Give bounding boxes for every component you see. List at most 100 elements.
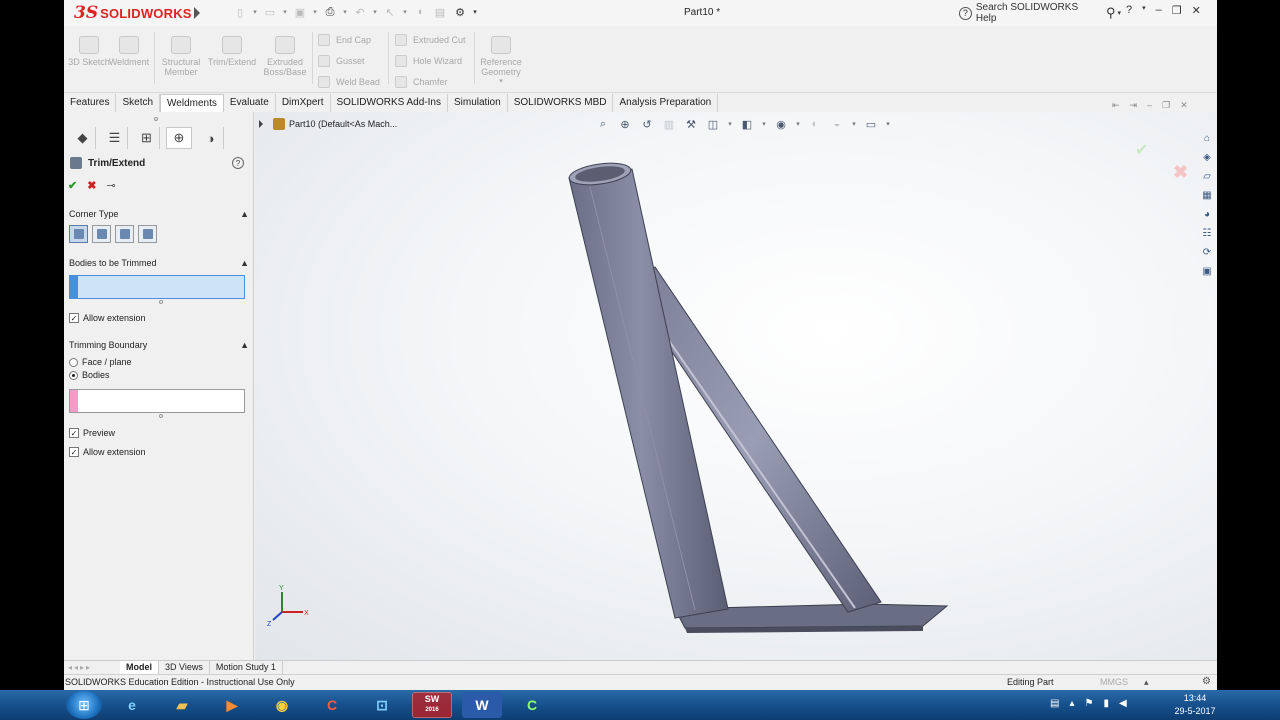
scene-dropdown-icon[interactable]: ▾ [851,116,857,132]
display-style-dropdown-icon[interactable]: ▾ [761,116,767,132]
help-dropdown-icon[interactable]: ▾ [1142,4,1146,17]
ok-check-icon[interactable]: ✔ [68,179,77,192]
radio-on-icon[interactable] [69,370,78,380]
dimxpert-manager-icon[interactable]: ⊕ [166,127,192,149]
tab-mbd[interactable]: SOLIDWORKS MBD [508,94,614,112]
tab-scroll-arrows-icon[interactable]: ◂◂▸▸ [64,663,120,672]
view-orientation-icon[interactable]: ◫ [705,116,721,132]
previous-view-icon[interactable]: ↺ [639,116,655,132]
structural-member-button[interactable]: Structural Member [156,36,206,77]
chrome-icon[interactable]: ◉ [262,692,302,718]
doc-restore-icon[interactable]: ❐ [1162,100,1170,111]
tab-motion-study[interactable]: Motion Study 1 [210,660,283,675]
camtasia-recorder-icon[interactable]: C [312,692,352,718]
tab-features[interactable]: Features [64,94,117,112]
configuration-manager-icon[interactable]: ⊞ [134,127,160,149]
weldment-model[interactable]: Y X Z [255,112,1217,660]
media-player-icon[interactable]: ▶ [212,692,252,718]
select-icon[interactable]: ↖ [382,4,398,20]
file-explorer-taskbar-icon[interactable]: ▰ [162,692,202,718]
tab-analysis-preparation[interactable]: Analysis Preparation [613,94,719,112]
help-icon[interactable]: ? [232,157,244,169]
taskbar-clock[interactable]: 13:44 29-5-2017 [1170,692,1220,718]
search-icon[interactable]: ⚲ [1106,5,1116,21]
tile-left-icon[interactable]: ⇤ [1112,100,1120,111]
end-butt1-icon[interactable] [115,225,134,243]
network-tool-icon[interactable]: ⊡ [362,692,402,718]
end-miter-icon[interactable] [92,225,111,243]
end-trim-icon[interactable] [69,225,88,243]
corner-type-header[interactable]: Corner Type ▲ [69,209,249,223]
hide-show-items-icon[interactable]: ◉ [773,116,789,132]
undo-dropdown-icon[interactable]: ▾ [372,4,378,20]
checkbox-checked-icon[interactable]: ✓ [69,313,79,323]
tab-simulation[interactable]: Simulation [448,94,508,112]
radio-off-icon[interactable] [69,357,78,367]
doc-minimize-icon[interactable]: – [1147,100,1152,111]
face-plane-radio[interactable]: Face / plane [69,357,132,367]
status-quick-tips-icon[interactable]: ⚙ [1202,676,1211,687]
close-icon[interactable]: ✕ [1192,4,1201,17]
solidworks-resources-icon[interactable]: ⌂ [1199,130,1215,146]
solidworks-taskbar-icon[interactable]: SW 2016 [412,692,452,718]
expand-arrow-icon[interactable] [259,120,263,128]
property-manager-icon[interactable]: ☰ [102,127,128,149]
weldment-button[interactable]: Weldment [104,36,154,67]
tray-keyboard-icon[interactable]: ▤ [1050,698,1059,709]
extruded-boss-button[interactable]: Extruded Boss/Base [260,36,310,77]
hide-show-dropdown-icon[interactable]: ▾ [795,116,801,132]
new-document-icon[interactable]: ▯ [232,4,248,20]
options-dropdown-icon[interactable]: ▾ [472,4,478,20]
print-dropdown-icon[interactable]: ▾ [342,4,348,20]
trim-extend-button[interactable]: Trim/Extend [207,36,257,67]
select-dropdown-icon[interactable]: ▾ [402,4,408,20]
zoom-to-fit-icon[interactable]: ⌕ [595,116,611,132]
allow-extension-checkbox[interactable]: ✓ Allow extension [69,313,146,323]
tray-volume-icon[interactable]: ◀ [1119,698,1127,709]
collapse-chevron-icon[interactable]: ▲ [240,340,249,350]
dynamic-annotation-icon[interactable]: ⚒ [683,116,699,132]
undo-icon[interactable]: ↶ [352,4,368,20]
menu-expand-arrow-icon[interactable] [194,7,200,19]
save-icon[interactable]: ▣ [292,4,308,20]
panel-splitter-handle[interactable] [154,117,158,121]
task-scheduler-icon[interactable]: ▣ [1199,263,1215,279]
print-icon[interactable]: ⎙ [322,4,338,20]
edit-appearance-icon[interactable]: ◐ [807,116,823,132]
end-cap-button[interactable]: End Cap [318,34,371,46]
tray-show-hidden-icon[interactable]: ▴ [1069,698,1074,709]
display-manager-icon[interactable]: ◑ [198,127,224,149]
tab-dimxpert[interactable]: DimXpert [276,94,331,112]
preview-checkbox[interactable]: ✓ Preview [69,428,115,438]
checkbox-checked-icon[interactable]: ✓ [69,428,79,438]
tray-flag-icon[interactable]: ⚑ [1084,698,1093,709]
apply-scene-icon[interactable]: ◒ [829,116,845,132]
file-explorer-icon[interactable]: ▱ [1199,168,1215,184]
confirmation-ok-icon[interactable]: ✔ [1135,140,1148,160]
tab-model[interactable]: Model [120,660,159,675]
checkbox-checked-icon[interactable]: ✓ [69,447,79,457]
collapse-chevron-icon[interactable]: ▲ [240,258,249,268]
save-dropdown-icon[interactable]: ▾ [312,4,318,20]
feature-manager-icon[interactable]: ◆ [70,127,96,149]
view-orientation-dropdown-icon[interactable]: ▾ [727,116,733,132]
chamfer-button[interactable]: Chamfer [395,76,448,88]
cancel-x-icon[interactable]: ✖ [87,179,96,192]
options-gear-icon[interactable]: ⚙ [452,4,468,20]
search-dropdown-icon[interactable]: ▾ [1117,9,1121,17]
extruded-cut-button[interactable]: Extruded Cut [395,34,466,46]
bodies-trimmed-header[interactable]: Bodies to be Trimmed ▲ [69,258,249,272]
minimize-icon[interactable]: – [1156,4,1162,17]
list-resize-handle[interactable] [159,414,163,418]
bodies-radio[interactable]: Bodies [69,370,110,380]
appearances-icon[interactable]: ◕ [1199,206,1215,222]
view-palette-icon[interactable]: ▦ [1199,187,1215,203]
open-icon[interactable]: ▭ [262,4,278,20]
tab-evaluate[interactable]: Evaluate [224,94,276,112]
start-button-icon[interactable]: ⊞ [66,691,102,719]
tab-sketch[interactable]: Sketch [116,94,161,112]
tray-network-icon[interactable]: ▮ [1103,698,1109,709]
solidworks-forum-icon[interactable]: ⟳ [1199,244,1215,260]
trimming-boundary-selection-box[interactable] [69,389,245,413]
internet-explorer-icon[interactable]: e [112,692,152,718]
